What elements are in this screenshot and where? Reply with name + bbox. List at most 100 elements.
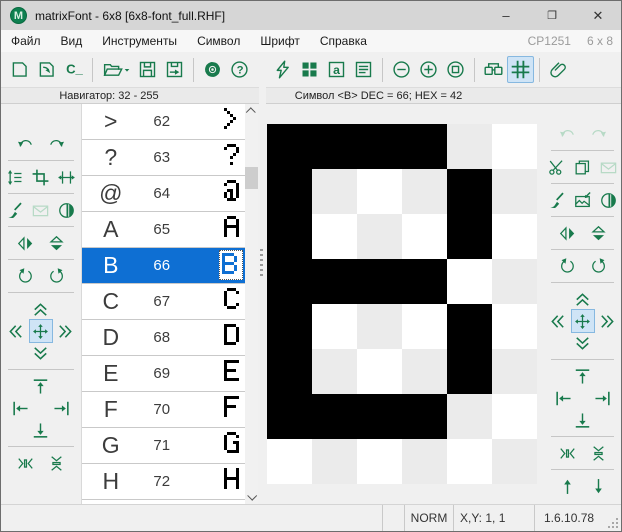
- pixel-r5-c4[interactable]: [402, 304, 447, 349]
- open-folder-button[interactable]: [98, 56, 134, 83]
- lightning-button[interactable]: [269, 56, 296, 83]
- pixel-r5-c2[interactable]: [312, 304, 357, 349]
- to-top-button[interactable]: [572, 365, 594, 387]
- shift-left-button[interactable]: [547, 310, 569, 332]
- char-row-72[interactable]: H 72: [82, 464, 245, 500]
- save-button[interactable]: [134, 56, 161, 83]
- crop-button[interactable]: [30, 166, 52, 188]
- menu-item-5[interactable]: Шрифт: [250, 30, 309, 52]
- squeeze-horizontal-button[interactable]: [14, 452, 36, 474]
- import-file-button[interactable]: [33, 56, 60, 83]
- rotate-cw-button[interactable]: [45, 265, 67, 287]
- rotate-ccw-button[interactable]: [14, 265, 36, 287]
- pixel-r4-c5[interactable]: [447, 259, 492, 304]
- line-height-button[interactable]: [4, 166, 26, 188]
- panel-splitter[interactable]: [258, 104, 265, 504]
- save-as-button[interactable]: [161, 56, 188, 83]
- char-row-63[interactable]: ? 63: [82, 140, 245, 176]
- flip-horizontal-button[interactable]: [556, 222, 578, 244]
- pixel-r1-c5[interactable]: [447, 124, 492, 169]
- pixel-r7-c3[interactable]: [357, 394, 402, 439]
- brush-button[interactable]: [4, 199, 26, 221]
- to-bottom-button[interactable]: [572, 409, 594, 431]
- shift-left-button[interactable]: [5, 320, 27, 342]
- menu-item-3[interactable]: Инструменты: [92, 30, 187, 52]
- brush-button[interactable]: [546, 189, 568, 211]
- move-button[interactable]: [571, 309, 595, 333]
- list-scrollbar[interactable]: [245, 104, 258, 504]
- pixel-r4-c3[interactable]: [357, 259, 402, 304]
- pixel-r6-c5[interactable]: [447, 349, 492, 394]
- zoom-fit-button[interactable]: [442, 56, 469, 83]
- letter-a-box-button[interactable]: a: [323, 56, 350, 83]
- pixel-r4-c2[interactable]: [312, 259, 357, 304]
- minimize-button[interactable]: –: [483, 1, 529, 30]
- pixel-r1-c6[interactable]: [492, 124, 537, 169]
- char-row-64[interactable]: @ 64: [82, 176, 245, 212]
- pixel-r3-c3[interactable]: [357, 214, 402, 259]
- pixel-r2-c5[interactable]: [447, 169, 492, 214]
- contrast-button[interactable]: [598, 189, 620, 211]
- pixel-r6-c6[interactable]: [492, 349, 537, 394]
- rotate-ccw-button[interactable]: [556, 255, 578, 277]
- copy-button[interactable]: [572, 156, 594, 178]
- contrast-button[interactable]: [56, 199, 78, 221]
- to-right-button[interactable]: [591, 387, 613, 409]
- pixel-r8-c3[interactable]: [357, 439, 402, 484]
- pixel-r2-c1[interactable]: [267, 169, 312, 214]
- squeeze-vertical-button[interactable]: [587, 442, 609, 464]
- pixel-r7-c2[interactable]: [312, 394, 357, 439]
- pixel-r4-c1[interactable]: [267, 259, 312, 304]
- pixel-r2-c4[interactable]: [402, 169, 447, 214]
- pixel-r8-c1[interactable]: [267, 439, 312, 484]
- to-left-button[interactable]: [552, 387, 574, 409]
- help-button[interactable]: ?: [226, 56, 253, 83]
- pixel-r7-c6[interactable]: [492, 394, 537, 439]
- pixel-r3-c4[interactable]: [402, 214, 447, 259]
- redo-button[interactable]: [45, 133, 67, 155]
- pixel-r3-c6[interactable]: [492, 214, 537, 259]
- pixel-r8-c4[interactable]: [402, 439, 447, 484]
- pixel-r1-c2[interactable]: [312, 124, 357, 169]
- char-row-68[interactable]: D 68: [82, 320, 245, 356]
- shift-up-button[interactable]: [30, 298, 52, 320]
- pixel-r7-c4[interactable]: [402, 394, 447, 439]
- settings-gear-button[interactable]: [199, 56, 226, 83]
- to-right-button[interactable]: [51, 397, 73, 419]
- move-button[interactable]: [29, 319, 53, 343]
- pixel-r5-c1[interactable]: [267, 304, 312, 349]
- squeeze-vertical-button[interactable]: [45, 452, 67, 474]
- pixel-r2-c6[interactable]: [492, 169, 537, 214]
- pixel-r7-c5[interactable]: [447, 394, 492, 439]
- tiles-button[interactable]: [296, 56, 323, 83]
- to-left-button[interactable]: [9, 397, 31, 419]
- pixel-r4-c6[interactable]: [492, 259, 537, 304]
- shift-down-button[interactable]: [30, 342, 52, 364]
- pixel-r3-c2[interactable]: [312, 214, 357, 259]
- undo-button[interactable]: [14, 133, 36, 155]
- menu-item-4[interactable]: Символ: [187, 30, 250, 52]
- flip-horizontal-button[interactable]: [14, 232, 36, 254]
- zoom-out-button[interactable]: [388, 56, 415, 83]
- arrow-down-button[interactable]: [587, 475, 609, 497]
- pixel-r6-c2[interactable]: [312, 349, 357, 394]
- scroll-up-arrow[interactable]: [245, 104, 258, 119]
- char-row-71[interactable]: G 71: [82, 428, 245, 464]
- menu-item-6[interactable]: Справка: [310, 30, 377, 52]
- squeeze-horizontal-button[interactable]: [556, 442, 578, 464]
- pixel-r3-c1[interactable]: [267, 214, 312, 259]
- cut-button[interactable]: [546, 156, 568, 178]
- pixel-r1-c4[interactable]: [402, 124, 447, 169]
- char-row-66[interactable]: B 66: [82, 248, 245, 284]
- shift-up-button[interactable]: [572, 288, 594, 310]
- char-width-button[interactable]: [56, 166, 78, 188]
- pixel-r6-c1[interactable]: [267, 349, 312, 394]
- maximize-button[interactable]: ❐: [529, 1, 575, 30]
- charset-c-button[interactable]: C_: [60, 56, 87, 83]
- shift-right-button[interactable]: [597, 310, 619, 332]
- shift-down-button[interactable]: [572, 332, 594, 354]
- zoom-in-button[interactable]: [415, 56, 442, 83]
- char-row-69[interactable]: E 69: [82, 356, 245, 392]
- char-row-62[interactable]: > 62: [82, 104, 245, 140]
- flip-vertical-button[interactable]: [587, 222, 609, 244]
